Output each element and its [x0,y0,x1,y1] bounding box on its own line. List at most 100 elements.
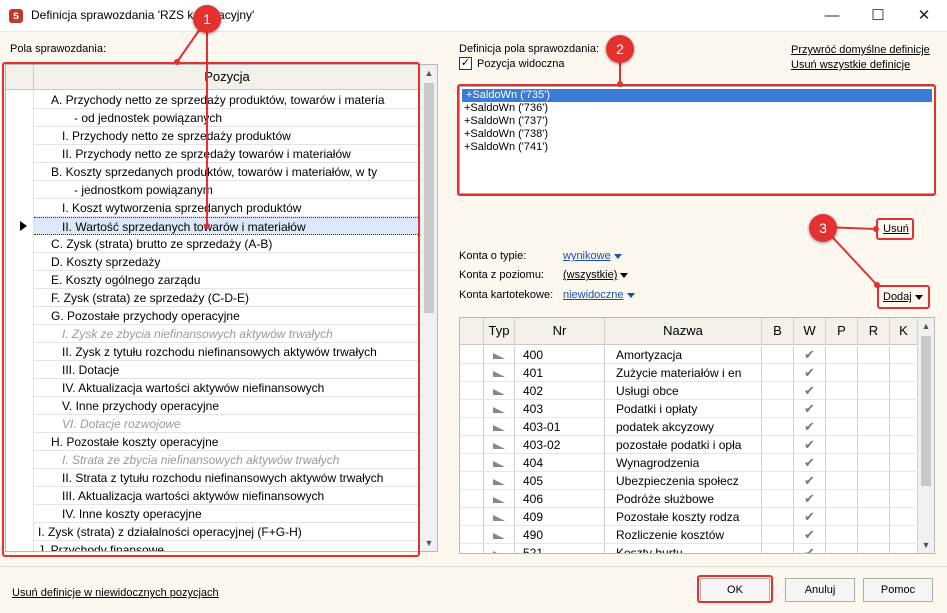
account-name-cell: Amortyzacja [605,346,762,363]
delete-invisible-definitions-link[interactable]: Usuń definicje w niewidocznych pozycjach [12,587,219,599]
checkmark-icon: ✔ [804,545,815,554]
checkmark-icon: ✔ [804,383,815,398]
checkmark-icon: ✔ [804,509,815,524]
grid-scrollbar[interactable]: ▲ ▼ [918,318,934,553]
account-flag-cell [890,454,918,471]
account-flag-cell [858,346,890,363]
column-header[interactable]: R [858,318,890,344]
account-w-cell: ✔ [794,346,826,363]
filter-label: Konta o typie: [459,250,527,262]
scroll-down-arrow-icon[interactable]: ▼ [918,537,934,553]
table-row[interactable]: 490 Rozliczenie kosztów ✔ [460,526,918,544]
column-header[interactable]: Nr [515,318,605,344]
column-header[interactable]: B [762,318,794,344]
row-marker [460,400,484,417]
filter-value-dropdown[interactable]: wynikowe [563,250,622,262]
account-flag-cell [890,364,918,381]
column-header[interactable]: Nazwa [605,318,762,344]
delete-all-definitions-link[interactable]: Usuń wszystkie definicje [791,59,910,71]
account-number-cell: 409 [515,508,605,525]
account-flag-cell [858,490,890,507]
account-flag-cell [762,364,794,381]
account-type-icon [493,515,505,521]
account-type-cell [484,508,515,525]
account-w-cell: ✔ [794,544,826,554]
account-type-cell [484,382,515,399]
table-row[interactable]: 400 Amortyzacja ✔ [460,346,918,364]
account-type-cell [484,472,515,489]
scroll-up-arrow-icon[interactable]: ▲ [421,65,437,81]
account-number-cell: 401 [515,364,605,381]
table-row[interactable]: 406 Podróże służbowe ✔ [460,490,918,508]
maximize-button[interactable]: ☐ [855,0,901,31]
account-w-cell: ✔ [794,454,826,471]
scroll-up-arrow-icon[interactable]: ▲ [918,318,934,334]
account-type-icon [493,497,505,503]
account-flag-cell [826,382,858,399]
help-button[interactable]: Pomoc [863,578,933,602]
table-row[interactable]: 403-01 podatek akcyzowy ✔ [460,418,918,436]
row-marker [460,436,484,453]
filter-value-dropdown[interactable]: (wszystkie) [563,269,629,281]
account-type-cell [484,454,515,471]
column-header[interactable]: K [890,318,918,344]
minimize-button[interactable]: — [809,0,855,31]
tree-scrollbar[interactable]: ▲ ▼ [421,65,437,551]
restore-defaults-link[interactable]: Przywróć domyślne definicje [791,44,930,56]
account-w-cell: ✔ [794,364,826,381]
account-type-cell [484,364,515,381]
account-number-cell: 400 [515,346,605,363]
account-number-cell: 490 [515,526,605,543]
column-header[interactable]: W [794,318,826,344]
checkmark-icon: ✔ [804,527,815,542]
account-flag-cell [890,490,918,507]
scroll-thumb[interactable] [424,83,434,313]
row-marker [460,382,484,399]
row-marker-header [460,318,484,344]
visible-checkbox-label: Pozycja widoczna [477,58,565,70]
account-flag-cell [858,472,890,489]
table-row[interactable]: 401 Zużycie materiałów i en ✔ [460,364,918,382]
filter-label: Konta z poziomu: [459,269,544,281]
table-row[interactable]: 403 Podatki i opłaty ✔ [460,400,918,418]
table-row[interactable]: 403-02 pozostałe podatki i opła ✔ [460,436,918,454]
account-type-cell [484,346,515,363]
column-header[interactable]: P [826,318,858,344]
visible-checkbox[interactable]: ✓ [459,57,472,70]
account-w-cell: ✔ [794,400,826,417]
filter-value: niewidoczne [563,289,624,301]
account-name-cell: Rozliczenie kosztów [605,526,762,543]
row-marker [460,346,484,363]
highlight-remove-button [876,218,914,240]
filter-value-dropdown[interactable]: niewidoczne [563,289,635,301]
account-w-cell: ✔ [794,508,826,525]
accounts-grid[interactable]: Typ Nr Nazwa B W P R K 400 Amortyzacja ✔ 401 Zużyci… [459,317,935,554]
table-row[interactable]: 409 Pozostałe koszty rodza ✔ [460,508,918,526]
table-row[interactable]: 521 Koszty hurtu ✔ [460,544,918,554]
account-flag-cell [890,400,918,417]
account-flag-cell [826,490,858,507]
account-number-cell: 403 [515,400,605,417]
account-flag-cell [762,418,794,435]
account-type-cell [484,526,515,543]
close-button[interactable]: ✕ [901,0,947,31]
account-type-icon [493,461,505,467]
account-flag-cell [762,436,794,453]
row-marker [460,490,484,507]
scroll-thumb[interactable] [921,336,931,486]
annotation-badge-3: 3 [809,214,837,242]
table-row[interactable]: 405 Ubezpieczenia społecz ✔ [460,472,918,490]
table-row[interactable]: 404 Wynagrodzenia ✔ [460,454,918,472]
dropdown-caret-icon [620,272,629,278]
account-flag-cell [762,472,794,489]
account-type-icon [493,479,505,485]
table-row[interactable]: 402 Usługi obce ✔ [460,382,918,400]
account-flag-cell [826,364,858,381]
cancel-button[interactable]: Anuluj [785,578,855,602]
column-header[interactable]: Typ [484,318,515,344]
account-name-cell: Wynagrodzenia [605,454,762,471]
account-w-cell: ✔ [794,382,826,399]
dialog-footer: Usuń definicje w niewidocznych pozycjach… [0,566,947,613]
account-flag-cell [890,436,918,453]
scroll-down-arrow-icon[interactable]: ▼ [421,535,437,551]
